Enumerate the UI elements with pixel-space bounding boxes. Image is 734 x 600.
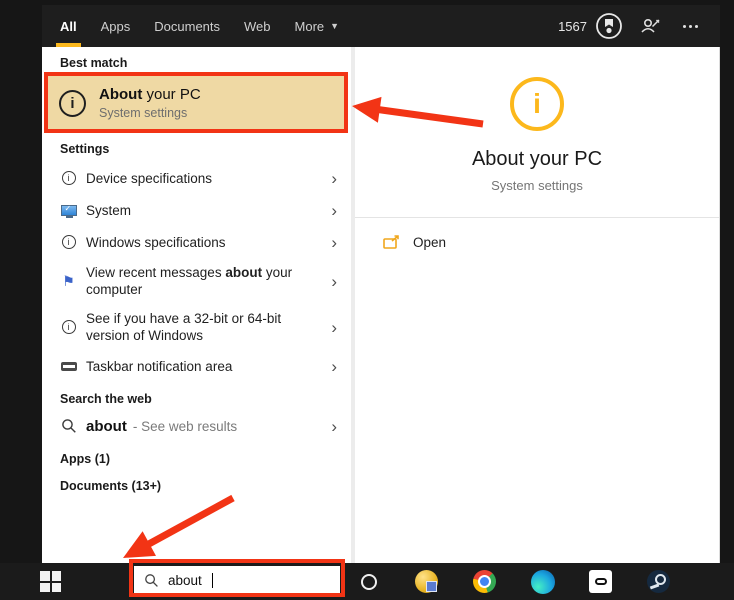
gold-ball-floppy-icon — [415, 570, 438, 593]
info-icon — [61, 320, 76, 334]
save-tool-button[interactable] — [408, 563, 445, 600]
rewards-badge[interactable]: 1567 — [558, 12, 623, 40]
result-label: View recent messages about your computer — [86, 265, 293, 297]
chevron-right-icon: › — [331, 168, 337, 188]
flag-icon: ⚑ — [62, 273, 75, 289]
chrome-button[interactable] — [466, 563, 503, 600]
taskbar-icon — [60, 361, 77, 371]
info-icon — [61, 171, 76, 185]
tab-apps[interactable]: Apps — [101, 5, 131, 47]
result-label: Taskbar notification area — [86, 358, 233, 374]
chevron-right-icon: › — [331, 200, 337, 220]
tab-more-label: More — [294, 18, 325, 34]
best-match-subtitle: System settings — [99, 106, 188, 120]
result-label: Windows specifications — [86, 234, 226, 250]
steam-button[interactable] — [640, 563, 677, 600]
search-icon — [61, 419, 76, 433]
result-windows-specifications[interactable]: Windows specifications › — [42, 226, 351, 258]
taskbar-search-value: about — [168, 573, 202, 588]
chrome-icon — [473, 570, 496, 593]
result-view-recent-messages[interactable]: ⚑ View recent messages about your comput… — [42, 258, 351, 304]
result-label: See if you have a 32-bit or 64-bit versi… — [86, 311, 282, 343]
preview-subtitle: System settings — [491, 178, 583, 193]
edge-icon — [530, 569, 555, 594]
info-icon — [59, 89, 86, 117]
preview-divider — [355, 217, 719, 218]
chevron-right-icon: › — [331, 356, 337, 376]
result-32-or-64-bit[interactable]: See if you have a 32-bit or 64-bit versi… — [42, 304, 351, 350]
taskbar-search-box[interactable]: about — [134, 566, 340, 595]
oculus-button[interactable] — [582, 563, 619, 600]
tab-all[interactable]: All — [56, 5, 81, 47]
taskbar: about — [0, 563, 734, 600]
results-column: Best match About your PC System settings… — [42, 47, 351, 563]
result-taskbar-notification-area[interactable]: Taskbar notification area › — [42, 350, 351, 382]
tab-web[interactable]: Web — [244, 5, 271, 47]
preview-panel: About your PC System settings Open — [355, 47, 720, 563]
chevron-right-icon: › — [331, 416, 337, 436]
chevron-right-icon: › — [331, 232, 337, 252]
header-actions: 1567 — [558, 12, 702, 40]
preview-title: About your PC — [471, 148, 603, 170]
result-device-specifications[interactable]: Device specifications › — [42, 162, 351, 194]
best-match-text: About your PC System settings — [99, 86, 201, 120]
result-system[interactable]: System › — [42, 194, 351, 226]
feedback-person-icon[interactable] — [640, 16, 662, 36]
open-label: Open — [413, 235, 447, 250]
system-monitor-icon — [60, 204, 77, 218]
start-button-windows-icon[interactable] — [40, 571, 61, 592]
oculus-icon — [589, 570, 612, 593]
search-icon — [145, 574, 158, 587]
info-icon — [61, 235, 76, 249]
info-icon-large — [510, 77, 564, 131]
result-web-search-about[interactable]: about - See web results › — [42, 410, 351, 442]
apps-section-header: Apps (1) — [60, 452, 110, 466]
search-results-panel: Best match About your PC System settings… — [42, 47, 720, 563]
chevron-down-icon: ▼ — [330, 21, 340, 31]
rewards-count: 1567 — [558, 18, 587, 34]
result-label: about - See web results — [86, 417, 238, 435]
cortana-icon — [360, 573, 377, 590]
chevron-right-icon: › — [331, 317, 337, 337]
text-caret — [211, 573, 213, 588]
filter-tabs: All Apps Documents Web More ▼ — [56, 5, 340, 47]
documents-section-header: Documents (13+) — [60, 479, 162, 493]
result-label: System — [86, 202, 132, 218]
best-match-header: Best match — [60, 56, 128, 70]
tab-more[interactable]: More ▼ — [295, 5, 340, 47]
search-the-web-header: Search the web — [60, 392, 152, 406]
edge-button[interactable] — [524, 563, 561, 600]
ellipsis-menu-icon[interactable] — [679, 21, 702, 32]
settings-results-list: Device specifications › System › Windows… — [42, 162, 351, 382]
best-match-result-about-your-pc[interactable]: About your PC System settings — [47, 76, 347, 130]
open-action[interactable]: Open — [355, 218, 719, 254]
preview-hero: About your PC System settings — [355, 47, 719, 218]
cortana-button[interactable] — [350, 563, 387, 600]
open-launch-icon — [383, 235, 399, 249]
search-filter-bar: All Apps Documents Web More ▼ 1567 — [42, 5, 720, 47]
chevron-right-icon: › — [331, 271, 337, 291]
best-match-title: About your PC — [99, 86, 201, 103]
result-label: Device specifications — [86, 170, 213, 186]
windows-search-flyout-screen: All Apps Documents Web More ▼ 1567 Best … — [0, 0, 734, 600]
settings-section-header: Settings — [60, 142, 110, 156]
rewards-trophy-icon — [596, 13, 622, 39]
taskbar-app-icons — [350, 563, 677, 600]
tab-documents[interactable]: Documents — [154, 5, 220, 47]
steam-icon — [647, 570, 670, 593]
